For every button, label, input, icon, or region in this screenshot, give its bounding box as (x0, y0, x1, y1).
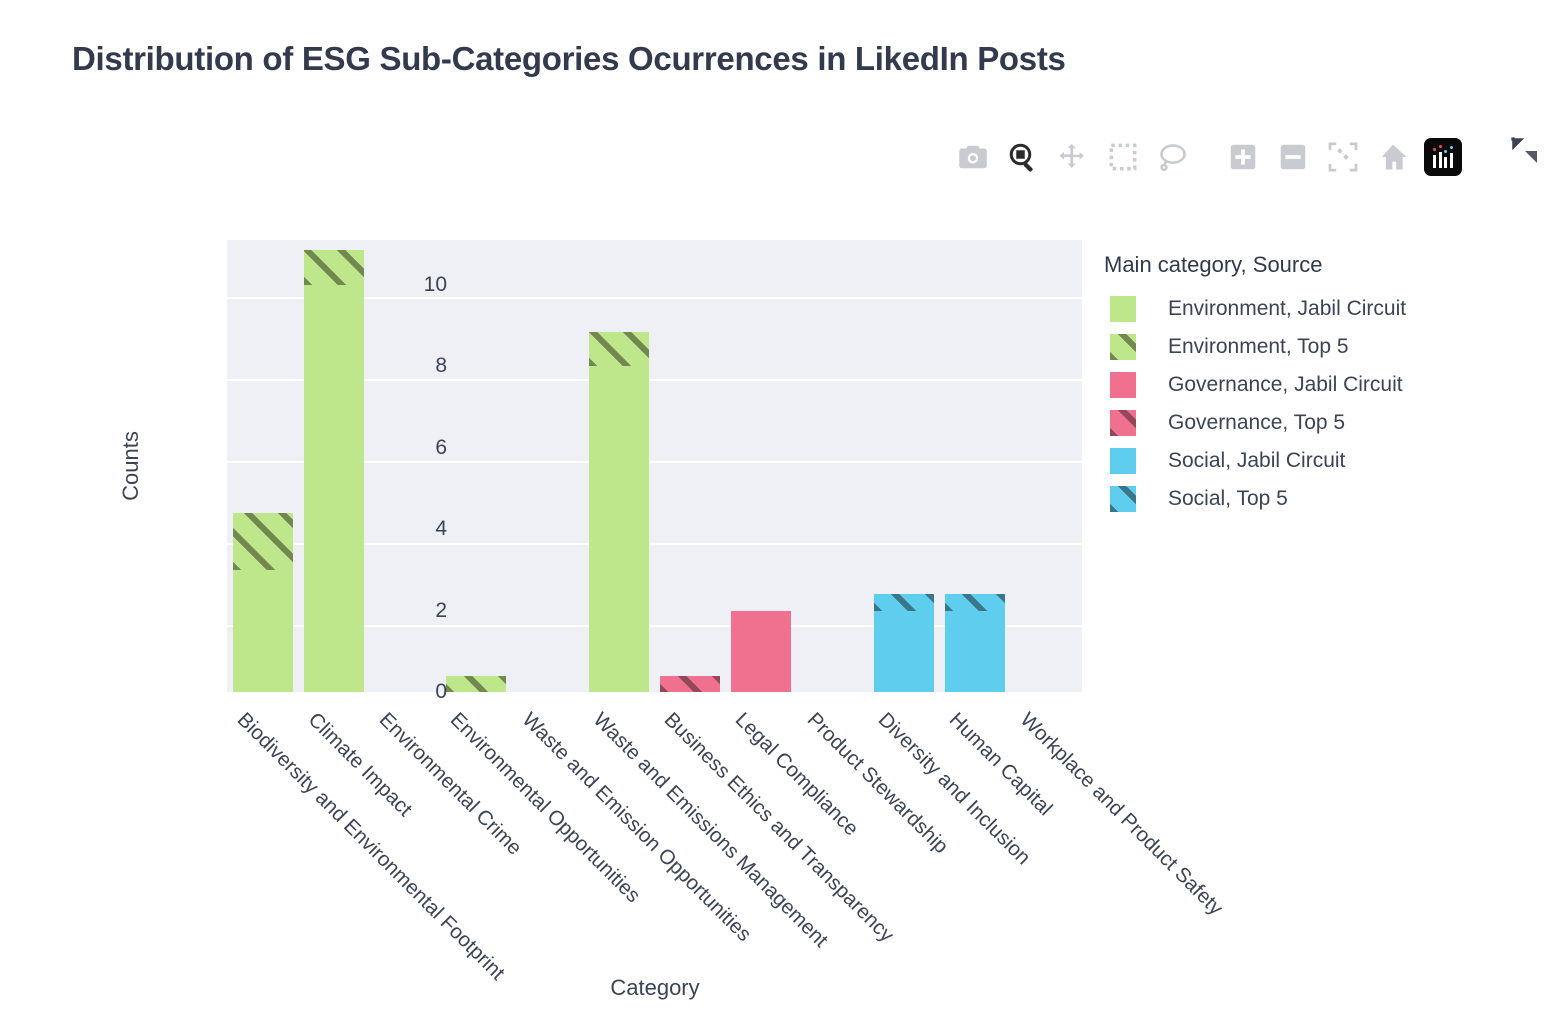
y-tick-label: 8 (435, 354, 447, 378)
legend-swatch (1110, 334, 1136, 360)
legend-item-label: Governance, Top 5 (1168, 411, 1346, 434)
bar-segment[interactable] (588, 366, 649, 692)
legend-items: Environment, Jabil Circuit Environment, T… (1104, 290, 1406, 518)
legend-item[interactable]: Governance, Jabil Circuit (1104, 366, 1406, 404)
bar-segment[interactable] (303, 284, 364, 692)
legend-swatch (1110, 410, 1136, 436)
bar-segment[interactable] (446, 675, 507, 692)
x-tick-label: Workplace and Product Safety (1016, 708, 1228, 920)
legend-swatch (1110, 448, 1136, 474)
y-tick-label: 10 (423, 272, 447, 296)
legend-item-label: Social, Top 5 (1168, 487, 1288, 510)
bar-segment[interactable] (232, 512, 293, 570)
legend-item[interactable]: Social, Top 5 (1104, 480, 1406, 518)
legend: Main category, Source Environment, Jabil… (1104, 252, 1406, 518)
y-tick-label: 0 (435, 680, 447, 703)
bar-segment[interactable] (588, 331, 649, 367)
legend-title: Main category, Source (1104, 252, 1323, 277)
legend-item[interactable]: Environment, Jabil Circuit (1104, 290, 1406, 328)
bar-segment[interactable] (731, 610, 792, 692)
legend-swatch (1110, 372, 1136, 398)
bar-segment[interactable] (945, 594, 1006, 611)
legend-item[interactable]: Social, Jabil Circuit (1104, 442, 1406, 480)
legend-item-label: Environment, Top 5 (1168, 335, 1349, 358)
bar-segment[interactable] (945, 610, 1006, 692)
legend-item-label: Environment, Jabil Circuit (1168, 297, 1407, 320)
bar-segment[interactable] (660, 675, 721, 692)
legend-swatch (1110, 296, 1136, 322)
x-tick-label: Product Stewardship (802, 708, 953, 859)
y-tick-label: 4 (435, 517, 447, 541)
plot-area[interactable] (227, 240, 1082, 692)
legend-item[interactable]: Governance, Top 5 (1104, 404, 1406, 442)
bar-segment[interactable] (873, 610, 934, 692)
bar-segment[interactable] (303, 250, 364, 285)
y-axis-title: Counts (118, 431, 143, 501)
legend-item[interactable]: Environment, Top 5 (1104, 328, 1406, 366)
legend-swatch (1110, 486, 1136, 512)
bar-segment[interactable] (873, 594, 934, 611)
x-axis-title: Category (610, 975, 700, 1000)
x-tick-label: Biodiversity and Environmental Footprint (232, 708, 509, 985)
legend-item-label: Social, Jabil Circuit (1168, 449, 1346, 472)
y-tick-label: 6 (435, 435, 447, 459)
y-tick-label: 2 (435, 598, 447, 622)
x-tick-label: Legal Compliance (731, 708, 864, 841)
legend-item-label: Governance, Jabil Circuit (1168, 373, 1403, 396)
bar-segment[interactable] (232, 569, 293, 692)
